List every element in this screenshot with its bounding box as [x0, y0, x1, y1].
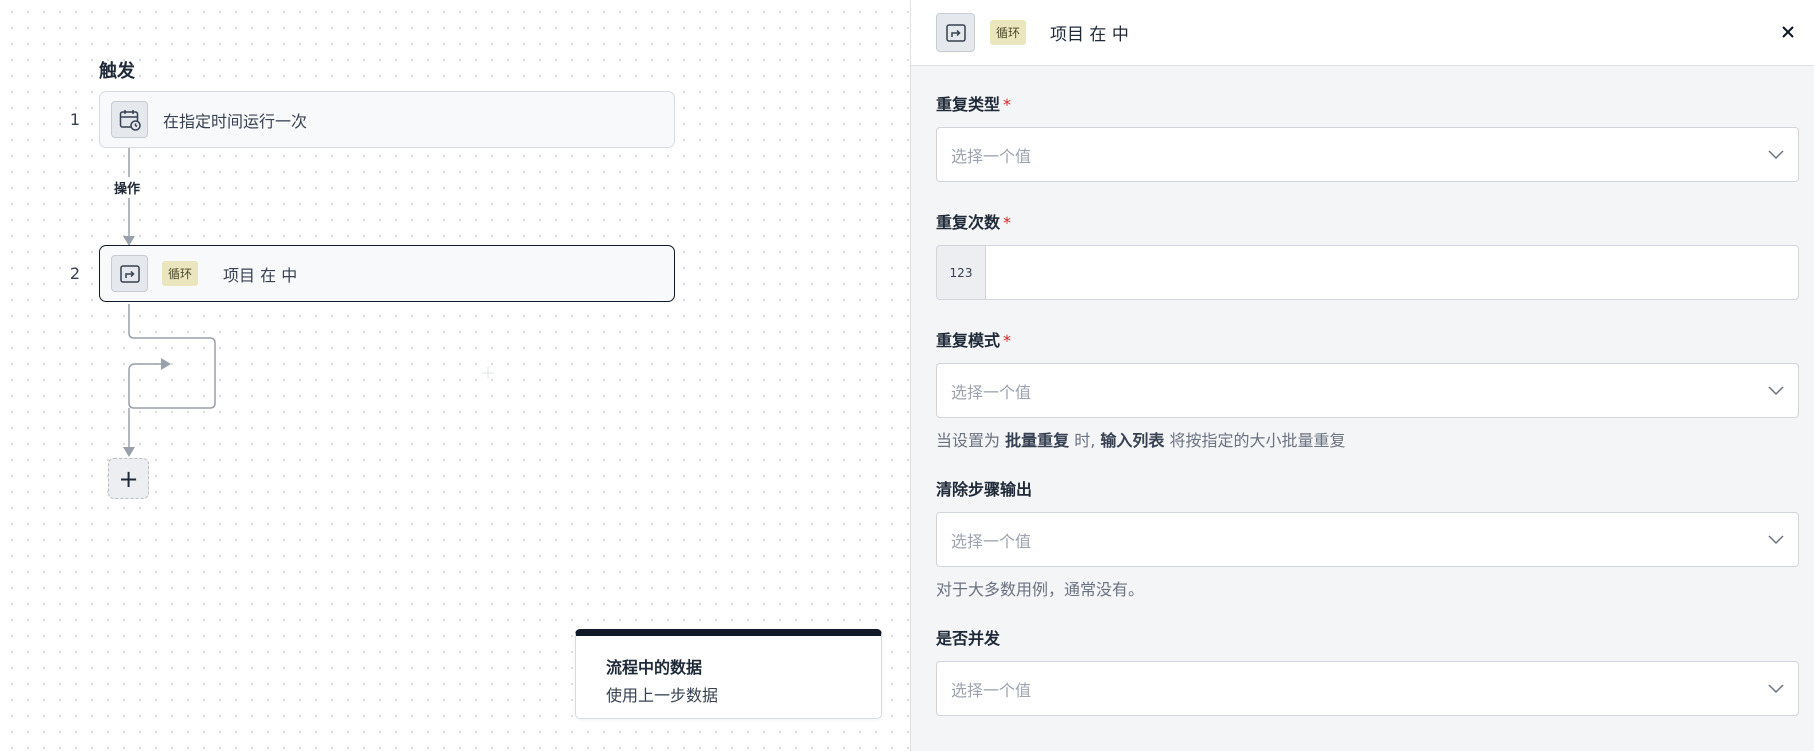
- repeat-count-input[interactable]: [986, 246, 1798, 299]
- chevron-down-icon: [1768, 534, 1784, 544]
- actions-label: 操作: [114, 177, 141, 198]
- close-button[interactable]: [1776, 20, 1800, 44]
- select-placeholder: 选择一个值: [951, 382, 1032, 402]
- hint-text: 当设置为: [936, 431, 1006, 450]
- step-number: 1: [69, 110, 81, 129]
- step-card-schedule[interactable]: 在指定时间运行一次: [99, 91, 675, 148]
- field-repeat-mode: 重复模式 * 选择一个值 当设置为 批量重复 时, 输入列表 将按指定的大小批量重…: [936, 327, 1799, 451]
- loop-arrow-icon: [936, 13, 975, 52]
- clear-output-select[interactable]: 选择一个值: [936, 512, 1799, 567]
- loop-tag: 循环: [162, 261, 199, 286]
- select-placeholder: 选择一个值: [951, 146, 1032, 166]
- workflow-canvas[interactable]: 触发 1 在指定时间运行一次 操作 2 循环 项目 在 中 + 流程中的数据 使…: [0, 0, 910, 751]
- hint-bold: 输入列表: [1100, 431, 1165, 450]
- data-card-subtitle: 使用上一步数据: [606, 686, 719, 705]
- hint-text: 时,: [1069, 431, 1101, 450]
- field-repeat-count: 重复次数 * 123: [936, 209, 1799, 300]
- step-number: 2: [69, 264, 81, 283]
- clear-output-hint: 对于大多数用例，通常没有。: [936, 580, 1145, 599]
- field-label: 重复类型: [936, 95, 1001, 114]
- select-placeholder: 选择一个值: [951, 531, 1032, 551]
- step-card-loop[interactable]: 循环 项目 在 中: [99, 245, 675, 302]
- number-prefix: 123: [937, 246, 986, 299]
- loop-connector: [128, 304, 216, 409]
- field-label: 重复次数: [936, 213, 1001, 232]
- repeat-mode-select[interactable]: 选择一个值: [936, 363, 1799, 418]
- field-label: 是否并发: [936, 629, 1001, 648]
- repeat-mode-hint: 当设置为 批量重复 时, 输入列表 将按指定的大小批量重复: [936, 427, 1799, 451]
- panel-header: 循环 项目 在 中: [911, 0, 1814, 66]
- field-label: 重复模式: [936, 331, 1001, 350]
- field-repeat-type: 重复类型 * 选择一个值: [936, 91, 1799, 182]
- hint-bold: 批量重复: [1005, 431, 1070, 450]
- chevron-down-icon: [1768, 385, 1784, 395]
- chevron-down-icon: [1768, 149, 1784, 159]
- close-icon: [1782, 26, 1794, 38]
- hint-text: 将按指定的大小批量重复: [1164, 431, 1346, 450]
- chevron-down-icon: [1768, 683, 1784, 693]
- panel-title: 项目 在 中: [1050, 25, 1129, 45]
- crosshair-icon: [482, 367, 494, 379]
- loop-arrow: [161, 358, 171, 370]
- step-label: 项目 在 中: [223, 265, 298, 285]
- required-marker: *: [1003, 331, 1012, 350]
- calendar-clock-icon: [111, 101, 148, 138]
- flow-data-card[interactable]: 流程中的数据 使用上一步数据: [575, 629, 882, 719]
- repeat-type-select[interactable]: 选择一个值: [936, 127, 1799, 182]
- add-step-button[interactable]: +: [108, 458, 149, 499]
- loop-tag: 循环: [990, 20, 1027, 45]
- connector-arrow: [123, 447, 135, 457]
- step-config-panel: 循环 项目 在 中 重复类型 * 选择一个值 重复次数 * 123 重复模式 * 选择…: [910, 0, 1814, 751]
- field-concurrent: 是否并发 选择一个值: [936, 625, 1799, 716]
- step-label: 在指定时间运行一次: [163, 111, 308, 131]
- concurrent-select[interactable]: 选择一个值: [936, 661, 1799, 716]
- required-marker: *: [1003, 95, 1012, 114]
- select-placeholder: 选择一个值: [951, 680, 1032, 700]
- field-label: 清除步骤输出: [936, 480, 1033, 499]
- loop-arrow-icon: [111, 255, 148, 292]
- required-marker: *: [1003, 213, 1012, 232]
- repeat-count-input-group: 123: [936, 245, 1799, 300]
- trigger-section-title: 触发: [99, 61, 135, 82]
- field-clear-output: 清除步骤输出 选择一个值 对于大多数用例，通常没有。: [936, 476, 1799, 600]
- data-card-title: 流程中的数据: [606, 658, 703, 677]
